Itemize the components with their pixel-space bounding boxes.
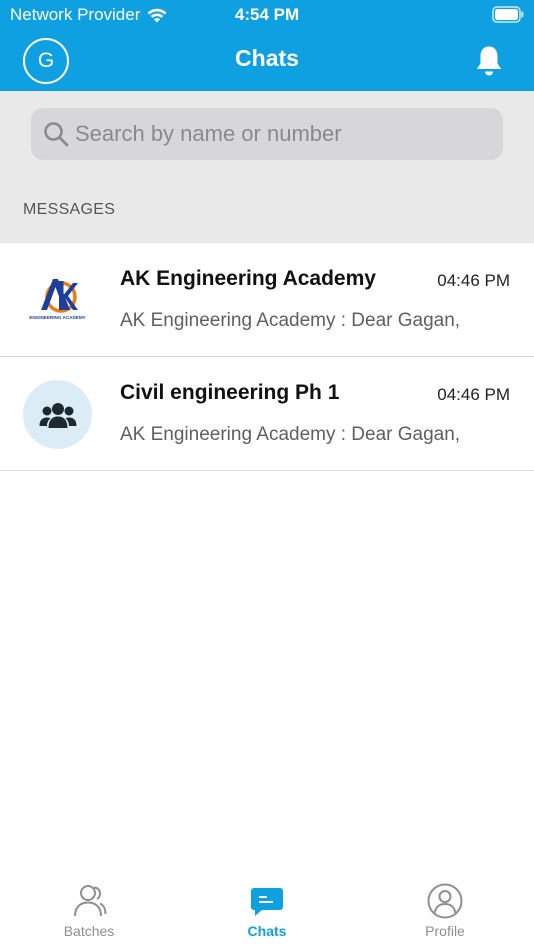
nav-bar: G Chats: [0, 30, 534, 91]
chat-preview: AK Engineering Academy : Dear Gagan,: [120, 424, 461, 445]
search-input[interactable]: [75, 121, 503, 147]
tab-label: Profile: [425, 923, 465, 939]
page-title: Chats: [235, 45, 299, 71]
tab-label: Chats: [247, 923, 287, 939]
search-section: MESSAGES: [0, 91, 534, 243]
chat-time: 04:46 PM: [437, 271, 510, 290]
chat-name: AK Engineering Academy: [120, 267, 376, 290]
notification-bell-icon[interactable]: [474, 44, 504, 78]
tab-bar: Batches Chats Profile: [0, 881, 534, 950]
status-bar: Network Provider 4:54 PM: [0, 0, 534, 30]
chat-preview: AK Engineering Academy : Dear Gagan,: [120, 310, 461, 331]
chat-list: ENGINEERING ACADEMY AK Engineering Acade…: [0, 243, 534, 471]
tab-label: Batches: [63, 923, 115, 939]
messages-section-title: MESSAGES: [23, 201, 116, 218]
search-icon: [44, 122, 69, 147]
chat-name: Civil engineering Ph 1: [120, 381, 340, 404]
chats-screen: Network Provider 4:54 PM G Chats Search …: [0, 0, 534, 950]
tab-batches[interactable]: Batches: [0, 881, 178, 950]
app-header: Network Provider 4:54 PM G Chats: [0, 0, 534, 91]
status-time: 4:54 PM: [234, 5, 300, 24]
group-icon: [23, 380, 92, 449]
chat-time: 04:46 PM: [437, 385, 510, 404]
ak-academy-logo: ENGINEERING ACADEMY: [23, 266, 92, 335]
chat-row[interactable]: ENGINEERING ACADEMY AK Engineering Acade…: [0, 243, 534, 357]
tab-profile[interactable]: Profile: [356, 881, 534, 950]
batches-icon: [74, 885, 107, 917]
svg-text:ENGINEERING ACADEMY: ENGINEERING ACADEMY: [29, 315, 86, 320]
chat-row[interactable]: Civil engineering Ph 1 04:46 PM AK Engin…: [0, 357, 534, 471]
battery-icon: [492, 6, 524, 23]
search-bar[interactable]: [31, 108, 503, 160]
chat-icon: [251, 888, 283, 916]
tab-chats[interactable]: Chats: [178, 881, 356, 950]
profile-icon: [427, 883, 463, 919]
